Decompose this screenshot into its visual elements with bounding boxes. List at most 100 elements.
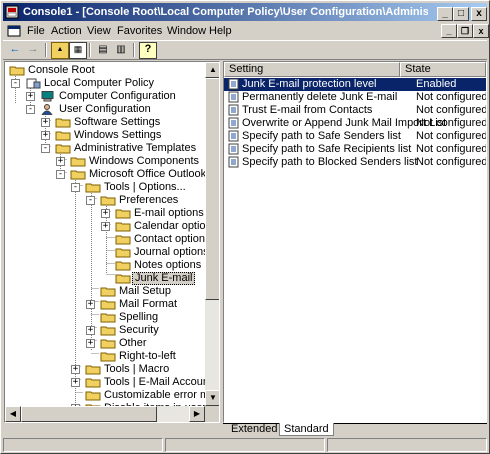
tree-node-security[interactable]: + Security — [5, 324, 205, 337]
hscroll-thumb[interactable] — [21, 406, 157, 422]
close-button[interactable]: x — [471, 7, 487, 21]
menu-favorites[interactable]: Favorites — [117, 24, 162, 38]
tab-extended[interactable]: Extended — [227, 423, 281, 435]
tree-node-other[interactable]: + Other — [5, 337, 205, 350]
scroll-right-arrow-icon[interactable]: ▶ — [189, 406, 205, 422]
tree-node-customizable-error-message[interactable]: Customizable error message — [5, 389, 219, 402]
tree-node-email-options[interactable]: + E-mail options — [5, 207, 205, 220]
tree-node-label: Administrative Templates — [74, 142, 197, 154]
tree-node-label: Contact options — [134, 233, 211, 245]
tree-node-label: Customizable error message — [104, 389, 219, 401]
expand-icon[interactable]: + — [56, 157, 65, 166]
tree-node-label: Software Settings — [74, 116, 161, 128]
column-header-setting[interactable]: Setting — [224, 62, 400, 77]
setting-row[interactable]: Junk E-mail protection level Enabled — [224, 78, 486, 91]
tree-node-preferences[interactable]: - Preferences — [5, 194, 205, 207]
tree-node-right-to-left[interactable]: Right-to-left — [5, 350, 205, 363]
setting-row[interactable]: Specify path to Safe Recipients list Not… — [224, 143, 486, 156]
folder-icon — [55, 131, 71, 141]
tree-node-notes-options[interactable]: Notes options — [5, 259, 205, 272]
collapse-icon[interactable]: - — [41, 144, 50, 153]
expand-icon[interactable]: + — [41, 118, 50, 127]
scroll-left-arrow-icon[interactable]: ◀ — [5, 406, 21, 422]
tree-node-tools-email-accounts[interactable]: + Tools | E-Mail Accounts — [5, 376, 218, 389]
folder-icon — [100, 326, 116, 336]
tree-node-journal-options[interactable]: Journal options — [5, 246, 209, 259]
settings-list[interactable]: Setting State Junk E-mail protection lev… — [223, 61, 487, 423]
expand-icon[interactable]: + — [71, 378, 80, 387]
tree-horizontal-scrollbar[interactable]: ◀ ▶ — [5, 406, 205, 422]
properties-icon[interactable]: ▤ — [95, 42, 111, 57]
menu-view[interactable]: View — [87, 24, 111, 38]
tree-node-spelling[interactable]: Spelling — [5, 311, 205, 324]
collapse-icon[interactable]: - — [71, 183, 80, 192]
console-tree[interactable]: Console Root - Local Computer Policy + Com… — [4, 61, 220, 423]
export-list-icon[interactable]: ▥ — [113, 42, 129, 57]
menu-action[interactable]: Action — [51, 24, 82, 38]
tree-node-computer-configuration[interactable]: + Computer Configuration — [5, 90, 205, 103]
tree-node-outlook-2003[interactable]: - Microsoft Office Outlook 2003 — [5, 168, 219, 181]
setting-row[interactable]: Permanently delete Junk E-mail Not confi… — [224, 91, 486, 104]
tree-node-calendar-options[interactable]: + Calendar options — [5, 220, 217, 233]
expand-icon[interactable]: + — [86, 339, 95, 348]
tree-node-console-root[interactable]: Console Root — [5, 64, 205, 77]
collapse-icon[interactable]: - — [11, 79, 20, 88]
forward-arrow-icon[interactable]: → — [25, 42, 41, 57]
expand-icon[interactable]: + — [26, 92, 35, 101]
tree-vertical-scrollbar[interactable]: ▲ ▼ — [205, 62, 219, 406]
folder-icon — [85, 391, 101, 401]
scroll-down-arrow-icon[interactable]: ▼ — [205, 390, 219, 406]
tree-node-windows-components[interactable]: + Windows Components — [5, 155, 205, 168]
title-bar[interactable]: Console1 - [Console Root\Local Computer … — [3, 3, 487, 21]
expand-icon[interactable]: + — [101, 209, 110, 218]
back-arrow-icon[interactable]: ← — [7, 42, 23, 57]
tree-node-user-configuration[interactable]: - User Configuration — [5, 103, 205, 116]
setting-row[interactable]: Overwrite or Append Junk Mail Import Lis… — [224, 117, 486, 130]
expand-icon[interactable]: + — [101, 222, 110, 231]
collapse-icon[interactable]: - — [26, 105, 35, 114]
expand-icon[interactable]: + — [41, 131, 50, 140]
menu-help[interactable]: Help — [209, 24, 232, 38]
mmc-window: Console1 - [Console Root\Local Computer … — [0, 0, 490, 454]
setting-row[interactable]: Specify path to Safe Senders list Not co… — [224, 130, 486, 143]
policy-setting-icon — [228, 156, 239, 168]
folder-icon — [85, 365, 101, 375]
tree-node-tools-macro[interactable]: + Tools | Macro — [5, 363, 205, 376]
menu-file[interactable]: File — [27, 24, 45, 38]
expand-icon[interactable]: + — [86, 300, 95, 309]
tree-node-local-computer-policy[interactable]: - Local Computer Policy — [5, 77, 205, 90]
tree-node-junk-email[interactable]: Junk E-mail — [5, 272, 205, 285]
tree-node-contact-options[interactable]: Contact options — [5, 233, 210, 246]
minimize-button[interactable]: _ — [437, 7, 453, 21]
collapse-icon[interactable]: - — [86, 196, 95, 205]
setting-row[interactable]: Trust E-mail from Contacts Not configure… — [224, 104, 486, 117]
collapse-icon[interactable]: - — [56, 170, 65, 179]
mmc-child-icon[interactable] — [7, 24, 21, 38]
column-header-state[interactable]: State — [400, 62, 486, 77]
menu-window[interactable]: Window — [167, 24, 206, 38]
tree-node-label: Mail Format — [119, 298, 178, 310]
up-one-level-icon[interactable]: ▲ — [51, 42, 69, 59]
tree-node-windows-settings[interactable]: + Windows Settings — [5, 129, 205, 142]
help-icon[interactable]: ? — [139, 42, 157, 59]
tree-node-administrative-templates[interactable]: - Administrative Templates — [5, 142, 205, 155]
setting-row[interactable]: Specify path to Blocked Senders list Not… — [224, 156, 486, 169]
tree-node-tools-options[interactable]: - Tools | Options... — [5, 181, 205, 194]
scroll-thumb[interactable] — [205, 78, 219, 300]
scroll-up-arrow-icon[interactable]: ▲ — [205, 62, 219, 78]
mdi-close-button[interactable]: x — [473, 24, 489, 38]
scroll-corner — [205, 406, 219, 422]
tree-node-mail-setup[interactable]: Mail Setup — [5, 285, 205, 298]
show-hide-tree-icon[interactable]: ▦ — [69, 42, 87, 59]
mdi-restore-button[interactable]: ❐ — [457, 24, 473, 38]
maximize-button[interactable]: □ — [453, 7, 469, 21]
setting-name: Permanently delete Junk E-mail — [242, 91, 398, 103]
expand-icon[interactable]: + — [71, 365, 80, 374]
expand-icon[interactable]: + — [86, 326, 95, 335]
setting-name: Specify path to Safe Senders list — [242, 130, 401, 142]
tab-standard[interactable]: Standard — [279, 423, 334, 436]
tree-node-software-settings[interactable]: + Software Settings — [5, 116, 205, 129]
mdi-minimize-button[interactable]: _ — [441, 24, 457, 38]
folder-icon — [70, 170, 86, 180]
tree-node-mail-format[interactable]: + Mail Format — [5, 298, 205, 311]
